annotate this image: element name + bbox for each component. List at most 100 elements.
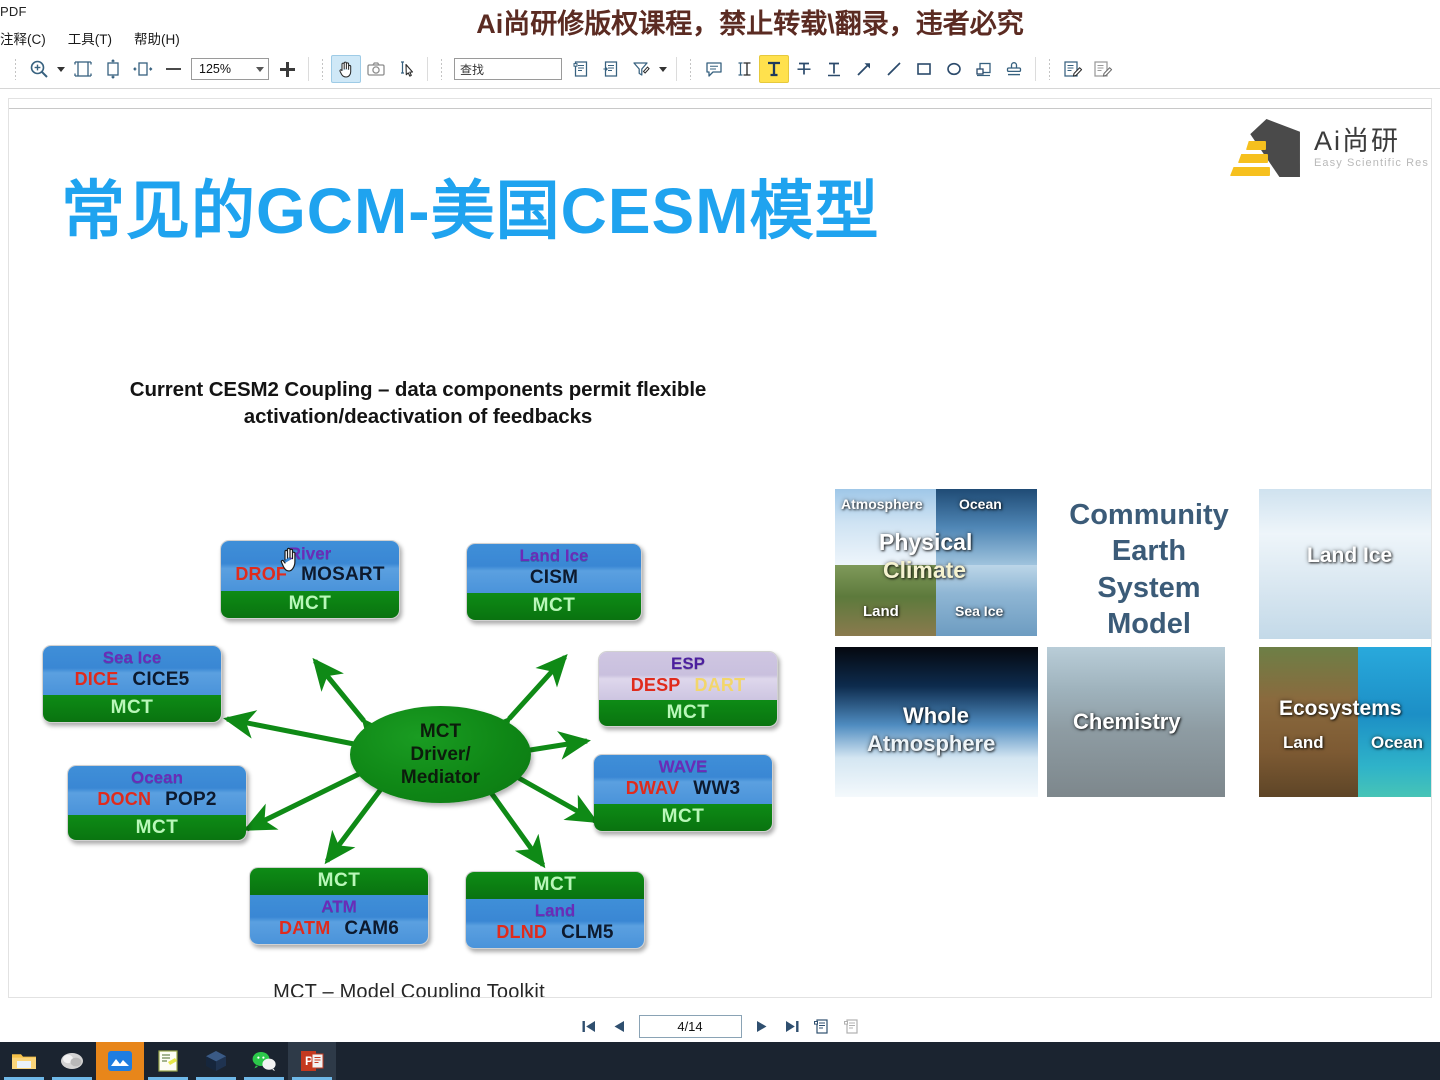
fit-page-icon[interactable] <box>68 55 98 83</box>
text-cursor-icon[interactable] <box>729 55 759 83</box>
zoom-out-icon[interactable] <box>158 55 188 83</box>
toolbar-grip-2[interactable] <box>321 58 325 80</box>
brand-subtitle: Easy Scientific Res <box>1313 157 1429 170</box>
pdf-page: Ai尚研 Easy Scientific Res 常见的GCM-美国CESM模型… <box>8 98 1432 998</box>
zoom-dropdown-caret[interactable] <box>54 55 68 83</box>
node-land-data-model: DLND <box>496 921 548 942</box>
tile-whole-atmosphere: Whole Atmosphere <box>835 647 1038 797</box>
tile-caption-chemistry: Chemistry <box>1073 709 1181 734</box>
toolbar-grip-4[interactable] <box>689 58 693 80</box>
node-wave-data-model: DWAV <box>625 777 680 798</box>
page-indicator: 4/14 <box>677 1018 703 1034</box>
hand-tool-icon[interactable] <box>331 55 361 83</box>
powerpoint-icon[interactable]: P <box>288 1042 336 1080</box>
toolbar-grip[interactable] <box>14 58 18 80</box>
node-wave-title: WAVE <box>658 757 708 777</box>
mct-driver-mediator-hub[interactable]: MCT Driver/ Mediator <box>350 706 531 803</box>
node-seaice-mct: MCT <box>43 695 221 722</box>
first-page-button[interactable] <box>579 1015 599 1037</box>
snapshot-icon[interactable] <box>361 55 391 83</box>
ellipse-draw-icon[interactable] <box>939 55 969 83</box>
select-text-icon[interactable] <box>391 55 421 83</box>
toolbar-separator-2 <box>427 57 428 81</box>
node-land-active-model: CLM5 <box>561 921 614 943</box>
underline-icon[interactable] <box>819 55 849 83</box>
tile-caption-atmosphere: Atmosphere <box>841 496 923 512</box>
tile-caption-whole: Whole <box>903 703 969 728</box>
tile-caption-ecosystems: Ecosystems <box>1279 697 1402 720</box>
filter-dropdown-caret[interactable] <box>656 55 670 83</box>
fit-height-icon[interactable] <box>98 55 128 83</box>
node-seaice[interactable]: Sea Ice DICE CICE5 MCT <box>42 645 222 723</box>
page-layout-button[interactable] <box>842 1015 862 1037</box>
note-comment-icon[interactable] <box>699 55 729 83</box>
virtualbox-icon[interactable] <box>192 1042 240 1080</box>
toolbar-grip-3[interactable] <box>440 58 444 80</box>
next-page-button[interactable] <box>752 1015 772 1037</box>
tile-caption-eco-ocean: Ocean <box>1371 733 1423 752</box>
node-river[interactable]: River DROF MOSART MCT <box>220 540 400 619</box>
stamp-icon[interactable] <box>999 55 1029 83</box>
application-window: PDF 注释(C) 工具(T) 帮助(H) Ai尚研修版权课程，禁止转载\翻录，… <box>0 0 1440 1080</box>
document-app-icon[interactable] <box>144 1042 192 1080</box>
fit-width-icon[interactable] <box>128 55 158 83</box>
diagram-caption: MCT – Model Coupling Toolkit <box>273 981 545 998</box>
chevron-down-icon <box>256 66 264 72</box>
app-title: PDF <box>0 4 27 19</box>
file-explorer-icon[interactable] <box>0 1042 48 1080</box>
page-thumbnail-button[interactable] <box>812 1015 832 1037</box>
highlight-text-icon[interactable] <box>759 55 789 83</box>
node-atm-title: ATM <box>321 897 357 917</box>
node-river-mct: MCT <box>221 591 399 618</box>
node-atm[interactable]: MCT ATM DATM CAM6 <box>249 867 429 945</box>
taskbar: P <box>0 1042 1440 1080</box>
tile-caption-land-ice: Land Ice <box>1307 544 1393 567</box>
node-atm-data-model: DATM <box>278 917 331 938</box>
copy-page-icon[interactable] <box>566 55 596 83</box>
brand-logo: Ai尚研 Easy Scientific Res <box>1226 117 1429 179</box>
cesm-model-label: Community Earth System Model <box>1049 497 1249 642</box>
search-input[interactable]: 查找 <box>454 58 562 80</box>
node-wave[interactable]: WAVE DWAV WW3 MCT <box>593 754 773 832</box>
node-esp[interactable]: ESP DESP DART MCT <box>598 651 778 727</box>
page-number-input[interactable]: 4/14 <box>638 1014 742 1038</box>
wechat-icon[interactable] <box>240 1042 288 1080</box>
zoom-in-icon[interactable] <box>272 55 302 83</box>
document-viewport[interactable]: Ai尚研 Easy Scientific Res 常见的GCM-美国CESM模型… <box>0 90 1440 1010</box>
node-esp-mct: MCT <box>599 699 777 726</box>
node-land[interactable]: MCT Land DLND CLM5 <box>465 871 645 949</box>
previous-page-button[interactable] <box>609 1015 629 1037</box>
toolbar-grip-5[interactable] <box>1048 58 1052 80</box>
last-page-button[interactable] <box>782 1015 802 1037</box>
line-draw-icon[interactable] <box>879 55 909 83</box>
menu-bar: 注释(C) 工具(T) 帮助(H) <box>0 28 180 48</box>
copyright-banner: Ai尚研修版权课程，禁止转载\翻录，违者必究 <box>476 8 1024 39</box>
menu-annotate[interactable]: 注释(C) <box>0 28 46 48</box>
tile-chemistry: Chemistry <box>1047 647 1225 797</box>
page-rule <box>9 108 1431 109</box>
menu-tools[interactable]: 工具(T) <box>68 28 112 48</box>
strikethrough-icon[interactable] <box>789 55 819 83</box>
sign-alt-icon[interactable] <box>1088 55 1118 83</box>
node-esp-title: ESP <box>670 654 706 673</box>
stamp-area-icon[interactable] <box>969 55 999 83</box>
page-navigation-bar: 4/14 <box>0 1010 1440 1042</box>
brand-name: Ai尚研 <box>1313 125 1400 156</box>
mountain-app-icon[interactable] <box>96 1042 144 1080</box>
rectangle-draw-icon[interactable] <box>909 55 939 83</box>
node-atm-active-model: CAM6 <box>344 917 400 939</box>
toolbar-separator-3 <box>676 57 677 81</box>
node-landice[interactable]: Land Ice CISM MCT <box>466 543 642 621</box>
menu-help[interactable]: 帮助(H) <box>134 28 180 48</box>
sign-icon[interactable] <box>1058 55 1088 83</box>
toolbar-separator-1 <box>308 57 309 81</box>
extract-page-icon[interactable] <box>596 55 626 83</box>
arrow-draw-icon[interactable] <box>849 55 879 83</box>
zoom-level-select[interactable]: 125% <box>191 58 269 80</box>
hub-line-3: Mediator <box>400 767 481 789</box>
app-gray-icon[interactable] <box>48 1042 96 1080</box>
zoom-tool-icon[interactable] <box>24 55 54 83</box>
highlight-filter-icon[interactable] <box>626 55 656 83</box>
node-ocean[interactable]: Ocean DOCN POP2 MCT <box>67 765 247 841</box>
node-esp-data-model: DESP <box>630 674 681 695</box>
